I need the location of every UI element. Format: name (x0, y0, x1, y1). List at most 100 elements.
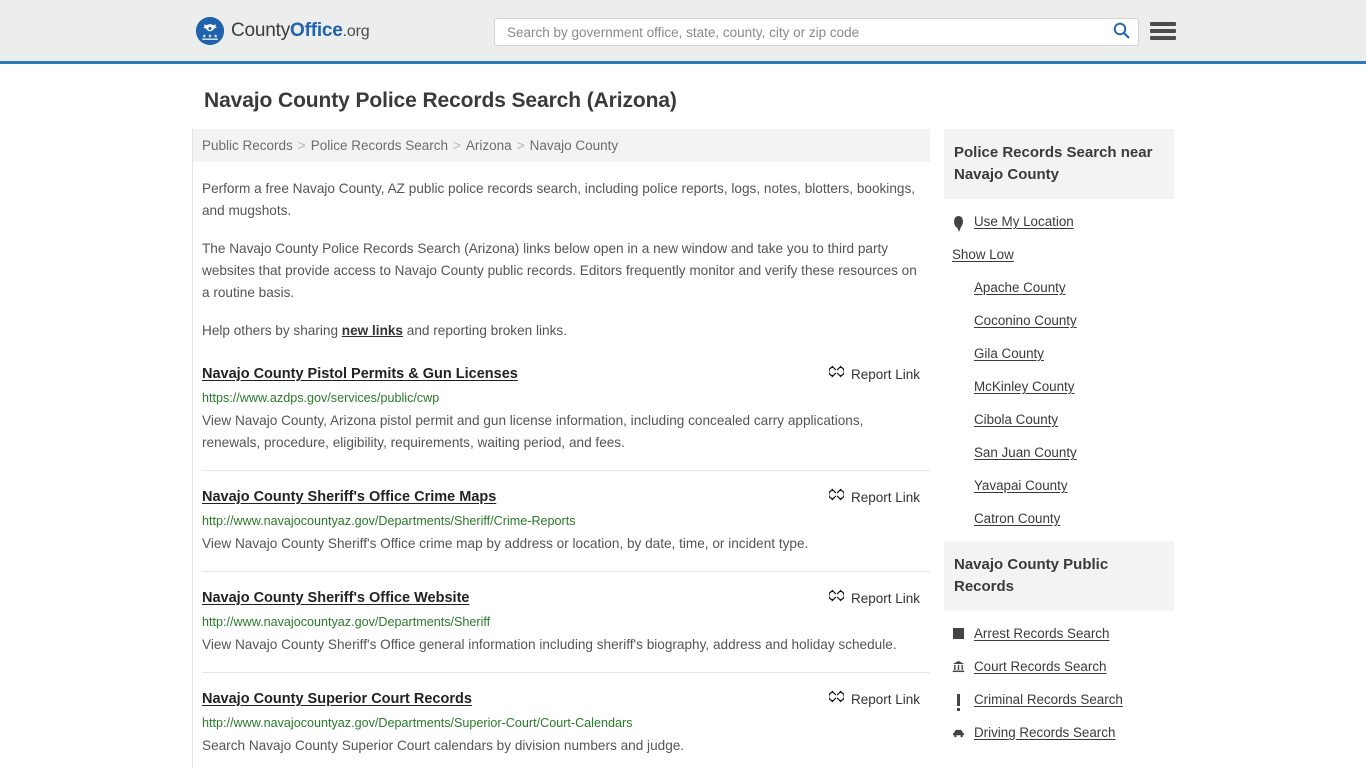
sidebar-public-records-heading: Navajo County Public Records (944, 541, 1174, 611)
sidebar-link-arrest-records-search[interactable]: Arrest Records Search (974, 626, 1109, 641)
sidebar-link-yavapai-county[interactable]: Yavapai County (974, 478, 1068, 493)
results-list: Navajo County Pistol Permits & Gun Licen… (193, 364, 930, 768)
report-link-button[interactable]: Report Link (828, 689, 920, 710)
result-title-link[interactable]: Navajo County Sheriff's Office Website (202, 588, 469, 608)
report-link-button[interactable]: Report Link (828, 588, 920, 609)
result-url: https://www.azdps.gov/services/public/cw… (202, 391, 440, 405)
sidebar-link-court-records-search[interactable]: Court Records Search (974, 659, 1106, 674)
search-submit-button[interactable] (1104, 19, 1138, 45)
sidebar-link-cibola-county[interactable]: Cibola County (974, 412, 1058, 427)
page-body: Navajo County Police Records Search (Ari… (0, 89, 1366, 768)
broken-link-icon (828, 364, 845, 385)
hamburger-bar-2 (1150, 29, 1176, 33)
sidebar-item-catron-county[interactable]: Catron County (952, 502, 1174, 535)
sidebar-item-san-juan-county[interactable]: San Juan County (952, 436, 1174, 469)
hamburger-bar-1 (1150, 22, 1176, 26)
report-link-button[interactable]: Report Link (828, 364, 920, 385)
sidebar-item-criminal-records-search[interactable]: Criminal Records Search (952, 683, 1174, 716)
search-input[interactable] (495, 19, 1104, 45)
sidebar-item-mckinley-county[interactable]: McKinley County (952, 370, 1174, 403)
intro-paragraph-3: Help others by sharing new links and rep… (202, 320, 920, 342)
intro-p3-suffix: and reporting broken links. (403, 323, 567, 338)
sidebar-item-arrest-records-search[interactable]: Arrest Records Search (952, 617, 1174, 650)
sidebar-item-yavapai-county[interactable]: Yavapai County (952, 469, 1174, 502)
intro-text: Perform a free Navajo County, AZ public … (193, 178, 930, 342)
result-description: Search Navajo County Superior Court cale… (202, 738, 685, 753)
breadcrumb-item-navajo-county[interactable]: Navajo County (530, 138, 619, 153)
two-column-layout: Public Records > Police Records Search > Ari… (192, 129, 1174, 768)
sidebar-item-driving-records-search[interactable]: Driving Records Search (952, 716, 1174, 749)
car-icon (952, 728, 965, 738)
intro-p3-prefix: Help others by sharing (202, 323, 342, 338)
site-logo-text: CountyOffice.org (231, 20, 370, 41)
square-icon (952, 628, 965, 639)
result-title-link[interactable]: Navajo County Sheriff's Office Crime Map… (202, 487, 496, 507)
sidebar-nearby-box: Police Records Search near Navajo County… (944, 129, 1174, 535)
sidebar-item-apache-county[interactable]: Apache County (952, 271, 1174, 304)
broken-link-icon (828, 689, 845, 710)
site-header: CountyOffice.org (0, 0, 1366, 64)
intro-paragraph-1: Perform a free Navajo County, AZ public … (202, 181, 916, 218)
site-logo[interactable]: CountyOffice.org (196, 16, 370, 45)
result-description: View Navajo County Sheriff's Office crim… (202, 536, 809, 551)
breadcrumb-separator: > (516, 138, 525, 153)
sidebar-item-coconino-county[interactable]: Coconino County (952, 304, 1174, 337)
breadcrumb-item-public-records[interactable]: Public Records (202, 138, 293, 153)
sidebar-item-gila-county[interactable]: Gila County (952, 337, 1174, 370)
sidebar-link-apache-county[interactable]: Apache County (974, 280, 1066, 295)
sidebar-link-catron-county[interactable]: Catron County (974, 511, 1060, 526)
sidebar-link-mckinley-county[interactable]: McKinley County (974, 379, 1074, 394)
sidebar-link-show-low[interactable]: Show Low (952, 247, 1014, 262)
result-title-link[interactable]: Navajo County Superior Court Records (202, 689, 472, 709)
hamburger-menu-icon[interactable] (1150, 20, 1176, 42)
sidebar-item-court-records-search[interactable]: Court Records Search (952, 650, 1174, 683)
main-column: Public Records > Police Records Search > Ari… (192, 129, 930, 768)
result-description: View Navajo County, Arizona pistol permi… (202, 413, 864, 450)
report-link-label: Report Link (850, 489, 920, 505)
sidebar-item-use-my-location[interactable]: Use My Location (952, 205, 1174, 238)
county-office-eagle-icon (196, 16, 224, 45)
result-header: Navajo County Sheriff's Office Website R… (202, 588, 920, 609)
sidebar-link-san-juan-county[interactable]: San Juan County (974, 445, 1077, 460)
breadcrumb-item-police-records-search[interactable]: Police Records Search (311, 138, 448, 153)
logo-text-county: County (231, 20, 291, 41)
sidebar-link-use-my-location[interactable]: Use My Location (974, 214, 1074, 229)
sidebar: Police Records Search near Navajo County… (944, 129, 1174, 755)
intro-paragraph-2: The Navajo County Police Records Search … (202, 241, 917, 300)
result-title-link[interactable]: Navajo County Pistol Permits & Gun Licen… (202, 364, 518, 384)
sidebar-link-driving-records-search[interactable]: Driving Records Search (974, 725, 1115, 740)
sidebar-nearby-heading: Police Records Search near Navajo County (944, 129, 1174, 199)
exclamation-icon (952, 693, 965, 711)
result-item: Navajo County Sheriff's Office Website R… (202, 588, 930, 673)
report-link-label: Report Link (850, 691, 920, 707)
result-header: Navajo County Pistol Permits & Gun Licen… (202, 364, 920, 385)
sidebar-link-gila-county[interactable]: Gila County (974, 346, 1044, 361)
result-description: View Navajo County Sheriff's Office gene… (202, 637, 897, 652)
broken-link-icon (828, 487, 845, 508)
new-links-link[interactable]: new links (342, 323, 403, 338)
breadcrumb-separator: > (453, 138, 461, 153)
sidebar-link-criminal-records-search[interactable]: Criminal Records Search (974, 692, 1123, 707)
report-link-button[interactable]: Report Link (828, 487, 920, 508)
page-title: Navajo County Police Records Search (Ari… (204, 89, 677, 112)
hamburger-bar-3 (1150, 36, 1176, 40)
result-item: Navajo County Superior Court Records Rep… (202, 689, 930, 768)
breadcrumb-separator: > (297, 138, 306, 153)
breadcrumb: Public Records > Police Records Search > Ari… (193, 129, 930, 162)
result-header: Navajo County Sheriff's Office Crime Map… (202, 487, 920, 508)
location-pin-icon (952, 215, 965, 232)
result-item: Navajo County Sheriff's Office Crime Map… (202, 487, 930, 572)
sidebar-item-cibola-county[interactable]: Cibola County (952, 403, 1174, 436)
result-header: Navajo County Superior Court Records Rep… (202, 689, 920, 710)
breadcrumb-item-arizona[interactable]: Arizona (466, 138, 512, 153)
sidebar-public-records-box: Navajo County Public Records Arrest Reco… (944, 541, 1174, 749)
result-url: http://www.navajocountyaz.gov/Department… (202, 514, 576, 528)
courthouse-icon (952, 660, 965, 673)
result-item: Navajo County Pistol Permits & Gun Licen… (202, 364, 930, 471)
result-url: http://www.navajocountyaz.gov/Department… (202, 716, 633, 730)
sidebar-item-show-low[interactable]: Show Low (952, 238, 1174, 271)
report-link-label: Report Link (850, 366, 920, 382)
search-bar[interactable] (494, 18, 1139, 46)
sidebar-nearby-list: Use My Location Show Low Apache County C… (944, 199, 1174, 535)
sidebar-link-coconino-county[interactable]: Coconino County (974, 313, 1077, 328)
